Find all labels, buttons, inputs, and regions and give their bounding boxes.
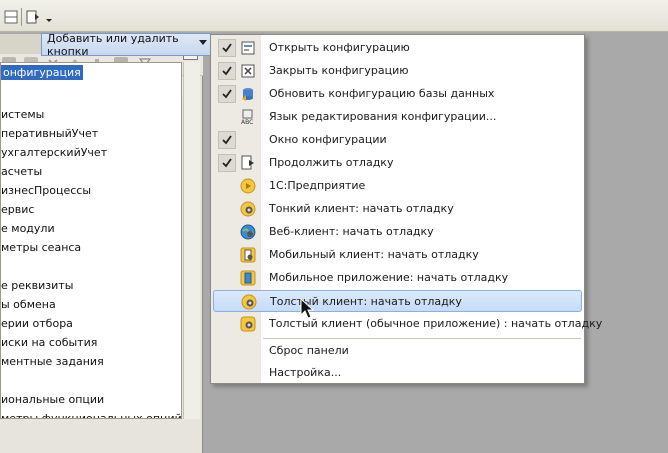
menu-item-label: Сброс панели — [269, 344, 349, 357]
thin-client-icon — [240, 201, 256, 217]
tree-item[interactable]: метры сеанса — [1, 239, 81, 257]
tree-item[interactable]: иски на события — [1, 334, 97, 352]
update-db-icon — [240, 86, 256, 102]
checkmark-icon — [218, 39, 236, 57]
menu-item-thick-client[interactable]: Толстый клиент: начать отладку — [213, 290, 582, 312]
config-window-icon — [240, 132, 256, 148]
menu-item-reset-panel[interactable]: Сброс панели — [213, 340, 582, 362]
abc-language-icon: ABC — [240, 109, 256, 126]
menu-item-label: Толстый клиент: начать отладку — [270, 295, 462, 308]
menu-item-label: Обновить конфигурацию базы данных — [269, 87, 495, 100]
tree-item[interactable]: перативныйУчет — [1, 125, 98, 143]
tree-scrollbar[interactable] — [183, 62, 200, 419]
toolbar-grid-icon[interactable] — [2, 8, 20, 26]
tree-item[interactable]: ервис — [1, 201, 34, 219]
mouse-cursor-icon — [300, 298, 314, 319]
web-client-icon — [240, 224, 256, 240]
menu-item-open-config[interactable]: Открыть конфигурацию — [213, 37, 582, 59]
menu-item-label: Окно конфигурации — [269, 133, 387, 146]
checkmark-icon — [218, 131, 236, 149]
menu-item-label: Тонкий клиент: начать отладку — [269, 202, 454, 215]
menu-item-label: Язык редактирования конфигурации... — [269, 110, 497, 123]
checkmark-icon — [218, 154, 236, 172]
tree-item-configuration[interactable]: онфигурация — [1, 64, 83, 82]
menu-item-config-window[interactable]: Окно конфигурации — [213, 129, 582, 151]
menu-item-settings[interactable]: Настройка... — [213, 362, 582, 384]
toolbar-separator — [21, 8, 22, 26]
tree-item[interactable]: ухгалтерскийУчет — [1, 144, 107, 162]
menu-item-thick-client-ordinary[interactable]: Толстый клиент (обычное приложение) : на… — [213, 313, 602, 335]
menu-separator — [263, 338, 581, 339]
tree-item[interactable]: е модули — [1, 220, 55, 238]
top-toolbar — [0, 0, 668, 32]
menu-item-label: 1С:Предприятие — [269, 179, 366, 192]
menu-item-web-client[interactable]: Веб-клиент: начать отладку — [213, 221, 582, 243]
menu-item-label: Настройка... — [269, 366, 342, 379]
tree-item[interactable]: е реквизиты — [1, 277, 73, 295]
tree-item[interactable]: изнесПроцессы — [1, 182, 91, 200]
continue-debug-icon — [240, 155, 256, 171]
menu-item-label: Мобильный клиент: начать отладку — [269, 248, 479, 261]
tree-item[interactable]: метры функциональных опций — [1, 410, 181, 418]
tree-item[interactable]: ерии отбора — [1, 315, 73, 333]
mobile-client-icon — [240, 247, 256, 263]
menu-item-label: Веб-клиент: начать отладку — [269, 225, 434, 238]
add-remove-buttons-menu: Открыть конфигурацию Закрыть конфигураци… — [210, 34, 602, 384]
mobile-app-icon — [240, 270, 256, 286]
svg-text:ABC: ABC — [241, 119, 253, 125]
tree-item[interactable]: истемы — [1, 106, 44, 124]
menu-item-close-config[interactable]: Закрыть конфигурацию — [213, 60, 582, 82]
menu-item-update-db[interactable]: Обновить конфигурацию базы данных — [213, 83, 582, 105]
open-config-icon — [240, 40, 256, 56]
menu-item-label: Мобильное приложение: начать отладку — [269, 271, 509, 284]
close-config-icon — [240, 63, 256, 79]
checkmark-icon — [218, 62, 236, 80]
thick-client-ordinary-icon — [240, 316, 256, 332]
tree-item[interactable]: асчеты — [1, 163, 42, 181]
add-remove-buttons-button[interactable]: Добавить или удалить кнопки — [41, 31, 211, 58]
configuration-tree[interactable]: онфигурация истемы перативныйУчет ухгалт… — [0, 62, 182, 419]
menu-item-label: Открыть конфигурацию — [269, 41, 410, 54]
menu-item-edit-language[interactable]: ABC Язык редактирования конфигурации... — [213, 106, 582, 128]
menu-item-mobile-client[interactable]: Мобильный клиент: начать отладку — [213, 244, 582, 266]
thick-client-icon — [241, 294, 257, 310]
tree-item[interactable]: иональные опции — [1, 391, 104, 409]
menu-item-mobile-app[interactable]: Мобильное приложение: начать отладку — [213, 267, 582, 289]
add-remove-buttons-label: Добавить или удалить кнопки — [47, 31, 179, 58]
menu-item-label: Толстый клиент (обычное приложение) : на… — [269, 317, 603, 330]
enterprise-run-icon — [240, 178, 256, 194]
checkmark-icon — [218, 85, 236, 103]
tree-item[interactable]: ментные задания — [1, 353, 104, 371]
chevron-down-icon — [199, 40, 207, 45]
menu-item-label: Закрыть конфигурацию — [269, 64, 409, 77]
menu-item-thin-client[interactable]: Тонкий клиент: начать отладку — [213, 198, 582, 220]
tree-item[interactable]: ы обмена — [1, 296, 56, 314]
menu-item-enterprise[interactable]: 1С:Предприятие — [213, 175, 582, 197]
menu-item-label: Продолжить отладку — [269, 156, 394, 169]
menu-item-continue-debug[interactable]: Продолжить отладку — [213, 152, 582, 174]
toolbar-overflow-chevron-icon[interactable] — [40, 8, 58, 26]
